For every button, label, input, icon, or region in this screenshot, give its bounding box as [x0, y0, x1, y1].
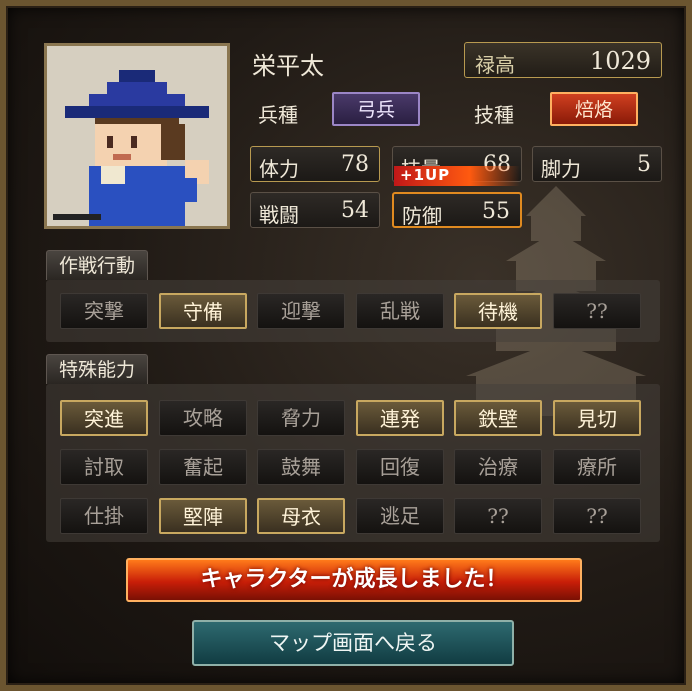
ability-button[interactable]: 攻略: [159, 400, 247, 436]
stat-combat: 戦闘 54: [250, 192, 380, 228]
character-portrait: [44, 43, 230, 229]
ability-button[interactable]: ??: [553, 498, 641, 534]
abilities-title: 特殊能力: [46, 354, 149, 384]
stat-speed-value: 5: [637, 152, 651, 177]
stat-speed: 脚力 5: [532, 146, 662, 182]
ability-button[interactable]: 鉄壁: [454, 400, 542, 436]
stat-hp: 体力 78: [250, 146, 380, 182]
rokudaka-label: 禄高: [475, 53, 515, 77]
levelup-badge: +1UP: [394, 166, 520, 186]
ability-button[interactable]: 療所: [553, 449, 641, 485]
unit-type-value: 弓兵: [332, 92, 420, 126]
ability-button[interactable]: 仕掛: [60, 498, 148, 534]
stat-defense-value: 55: [482, 199, 510, 224]
rokudaka-box: 禄高 1029: [464, 42, 662, 78]
ability-button[interactable]: 逃足: [356, 498, 444, 534]
ability-button[interactable]: 脅力: [257, 400, 345, 436]
ability-button[interactable]: 見切: [553, 400, 641, 436]
stat-hp-label: 体力: [259, 157, 299, 181]
skill-type-value: 焙烙: [550, 92, 638, 126]
tactic-button[interactable]: 迎撃: [257, 293, 345, 329]
ability-button[interactable]: 討取: [60, 449, 148, 485]
rokudaka-value: 1029: [589, 47, 651, 75]
tactic-button[interactable]: 待機: [454, 293, 542, 329]
tactics-title: 作戦行動: [46, 250, 149, 280]
stat-hp-value: 78: [341, 152, 369, 177]
status-window: 栄平太 禄高 1029 兵種 弓兵 技種 焙烙 体力 78 技量 68 脚力 5…: [0, 0, 692, 691]
stat-combat-label: 戦闘: [259, 203, 299, 227]
character-name: 栄平太: [252, 52, 324, 80]
tactic-button[interactable]: 守備: [159, 293, 247, 329]
ability-button[interactable]: 治療: [454, 449, 542, 485]
stat-speed-label: 脚力: [541, 157, 581, 181]
unit-type-label: 兵種: [258, 103, 298, 127]
ability-button[interactable]: ??: [454, 498, 542, 534]
back-to-map-button[interactable]: マップ画面へ戻る: [192, 620, 514, 666]
ability-button[interactable]: 堅陣: [159, 498, 247, 534]
stat-combat-value: 54: [341, 198, 369, 223]
ability-button[interactable]: 突進: [60, 400, 148, 436]
ability-button[interactable]: 奮起: [159, 449, 247, 485]
ashigaru-archer-portrait-icon: [47, 46, 227, 226]
ability-button[interactable]: 回復: [356, 449, 444, 485]
ability-button[interactable]: 母衣: [257, 498, 345, 534]
growth-banner: キャラクターが成長しました！: [126, 558, 582, 602]
tactic-button[interactable]: 突撃: [60, 293, 148, 329]
stat-defense-label: 防御: [402, 204, 442, 228]
tactic-button[interactable]: 乱戦: [356, 293, 444, 329]
stat-defense: 防御 55: [392, 192, 522, 228]
tactic-button[interactable]: ??: [553, 293, 641, 329]
ability-button[interactable]: 連発: [356, 400, 444, 436]
skill-type-label: 技種: [474, 103, 514, 127]
ability-button[interactable]: 鼓舞: [257, 449, 345, 485]
